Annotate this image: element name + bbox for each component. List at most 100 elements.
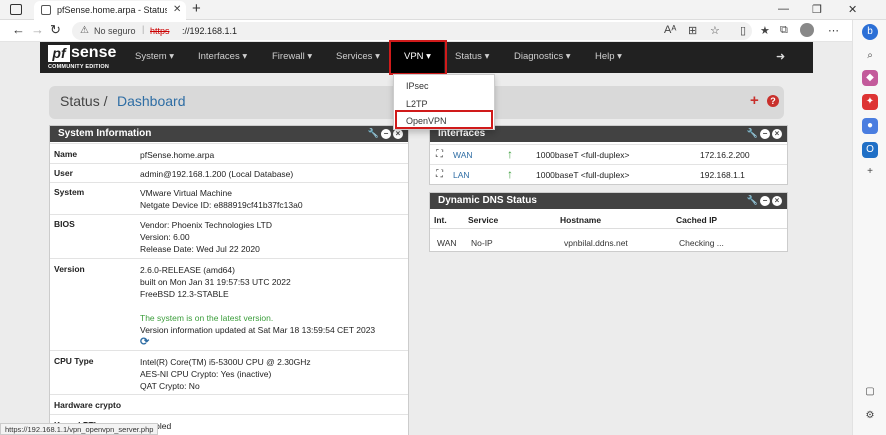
menu-item-l2tp[interactable]: L2TP (406, 99, 428, 109)
tab-actions-icon[interactable] (10, 4, 22, 15)
games-icon[interactable]: ● (862, 118, 878, 134)
column-header: Cached IP (676, 215, 718, 225)
minimize-button[interactable]: — (778, 3, 789, 15)
menu-services[interactable]: Services ▾ (336, 51, 380, 62)
menu-help[interactable]: Help ▾ (595, 51, 622, 62)
wrench-icon[interactable]: 🔧 (368, 128, 379, 138)
row-label: Name (54, 149, 78, 159)
profile-avatar[interactable] (800, 23, 814, 37)
row-value: Netgate Device ID: e888919cf41b37fc13a0 (140, 200, 303, 210)
row-value: 2.6.0-RELEASE (amd64) (140, 265, 235, 275)
warning-icon[interactable]: ⚠ (80, 25, 89, 36)
info-row: Name pfSense.home.arpa (50, 143, 408, 163)
minimize-widget-icon[interactable]: − (381, 128, 391, 139)
row-value: Intel(R) Core(TM) i5-5300U CPU @ 2.30GHz (140, 357, 311, 367)
panel-header: Dynamic DNS Status 🔧 − × (430, 193, 787, 209)
interface-ip: 192.168.1.1 (700, 170, 745, 180)
wrench-icon[interactable]: 🔧 (747, 195, 758, 205)
browser-tab[interactable]: pfSense.home.arpa - Status: Dash ✕ (34, 1, 186, 20)
breadcrumb-page[interactable]: Dashboard (117, 93, 186, 109)
maximize-button[interactable]: ❐ (812, 3, 822, 16)
security-label[interactable]: No seguro (94, 26, 136, 36)
row-value: admin@192.168.1.200 (Local Database) (140, 169, 294, 179)
sidebar-panel-icon[interactable]: ▢ (862, 384, 878, 400)
logo-sense: sense (71, 44, 117, 61)
status-up-icon: ↑ (507, 167, 513, 181)
table-cell: WAN (437, 238, 457, 248)
info-row: System VMware Virtual Machine Netgate De… (50, 182, 408, 214)
info-row: Hardware crypto (50, 394, 408, 414)
row-value: Version: 6.00 (140, 232, 190, 242)
column-header: Int. (434, 215, 447, 225)
column-header: Hostname (560, 215, 602, 225)
row-label: System (54, 187, 85, 197)
reload-button[interactable]: ↻ (50, 23, 61, 37)
collections-icon[interactable]: ⧉ (780, 24, 788, 37)
system-info-panel: System Information 🔧 − × Name pfSense.home… (49, 125, 409, 435)
table-cell: vpnbilal.ddns.net (564, 238, 628, 248)
minimize-widget-icon[interactable]: − (760, 128, 770, 139)
panel-title: System Information (58, 128, 152, 139)
read-aloud-icon[interactable]: Aᴬ (664, 24, 676, 36)
interfaces-panel: Interfaces 🔧 − × ⛶ WAN ↑ 1000baseT <full-d… (429, 125, 788, 185)
column-header: Service (468, 215, 499, 225)
forward-button[interactable]: → (31, 23, 44, 37)
logo-edition: COMMUNITY EDITION (48, 64, 110, 70)
shopping-icon[interactable]: ◆ (862, 70, 878, 86)
interface-speed: 1000baseT <full-duplex> (536, 150, 630, 160)
tab-close-icon[interactable]: ✕ (173, 4, 181, 15)
new-tab-button[interactable]: + (192, 1, 201, 17)
close-widget-icon[interactable]: × (772, 128, 782, 139)
add-widget-icon[interactable]: + (750, 92, 759, 109)
apps-icon[interactable]: ⊞ (688, 24, 697, 37)
row-label: Hardware crypto (54, 400, 122, 410)
breadcrumb-section: Status / (60, 93, 108, 109)
panel-header: System Information 🔧 − × (50, 126, 408, 142)
menu-status[interactable]: Status ▾ (455, 51, 489, 62)
url-bar[interactable]: ⚠ No seguro | https ://192.168.1.1 (72, 22, 752, 40)
menu-interfaces[interactable]: Interfaces ▾ (198, 51, 247, 62)
pfsense-logo[interactable]: pf sense COMMUNITY EDITION (48, 44, 118, 71)
info-row: User admin@192.168.1.200 (Local Database… (50, 163, 408, 182)
favorites-bar-icon[interactable]: ★ (760, 24, 770, 37)
tab-title: pfSense.home.arpa - Status: Dash (57, 5, 167, 15)
interface-speed: 1000baseT <full-duplex> (536, 170, 630, 180)
row-value: AES-NI CPU Crypto: Yes (inactive) (140, 369, 272, 379)
tools-icon[interactable]: ✦ (862, 94, 878, 110)
panel-title: Dynamic DNS Status (438, 195, 537, 206)
refresh-icon[interactable]: ⟳ (140, 336, 149, 348)
interface-link[interactable]: LAN (453, 170, 470, 180)
sidebar-settings-icon[interactable]: ⚙ (862, 408, 878, 424)
more-menu-icon[interactable]: ⋯ (828, 24, 839, 37)
minimize-widget-icon[interactable]: − (760, 195, 770, 206)
menu-item-ipsec[interactable]: IPsec (406, 81, 429, 91)
wrench-icon[interactable]: 🔧 (747, 128, 758, 138)
help-icon[interactable]: ? (767, 95, 779, 107)
browser-tab-strip: pfSense.home.arpa - Status: Dash ✕ + — ❐… (0, 0, 886, 20)
favorite-icon[interactable]: ☆ (710, 24, 720, 37)
search-icon[interactable]: ⌕ (862, 48, 878, 64)
split-screen-icon[interactable]: ▯ (740, 24, 746, 37)
close-widget-icon[interactable]: × (772, 195, 782, 206)
logout-icon[interactable]: ➜ (776, 50, 785, 63)
bing-icon[interactable]: b (862, 24, 878, 40)
status-bar-url: https://192.168.1.1/vpn_openvpn_server.p… (0, 423, 159, 435)
back-button[interactable]: ← (12, 23, 25, 37)
interface-ip: 172.16.2.200 (700, 150, 750, 160)
row-value: VMware Virtual Machine (140, 188, 232, 198)
row-label: Version (54, 264, 85, 274)
row-value: built on Mon Jan 31 19:57:53 UTC 2022 (140, 277, 291, 287)
table-cell: No-IP (471, 238, 493, 248)
close-widget-icon[interactable]: × (393, 128, 403, 139)
menu-firewall[interactable]: Firewall ▾ (272, 51, 312, 62)
close-window-button[interactable]: ✕ (848, 3, 857, 16)
info-row: Version 2.6.0-RELEASE (amd64) built on M… (50, 258, 408, 350)
add-sidebar-icon[interactable]: + (862, 164, 878, 180)
panel-controls: 🔧 − × (747, 195, 782, 206)
row-label: User (54, 168, 73, 178)
menu-diagnostics[interactable]: Diagnostics ▾ (514, 51, 571, 62)
menu-system[interactable]: System ▾ (135, 51, 174, 62)
interface-link[interactable]: WAN (453, 150, 473, 160)
openvpn-highlight (395, 110, 493, 129)
outlook-icon[interactable]: O (862, 142, 878, 158)
